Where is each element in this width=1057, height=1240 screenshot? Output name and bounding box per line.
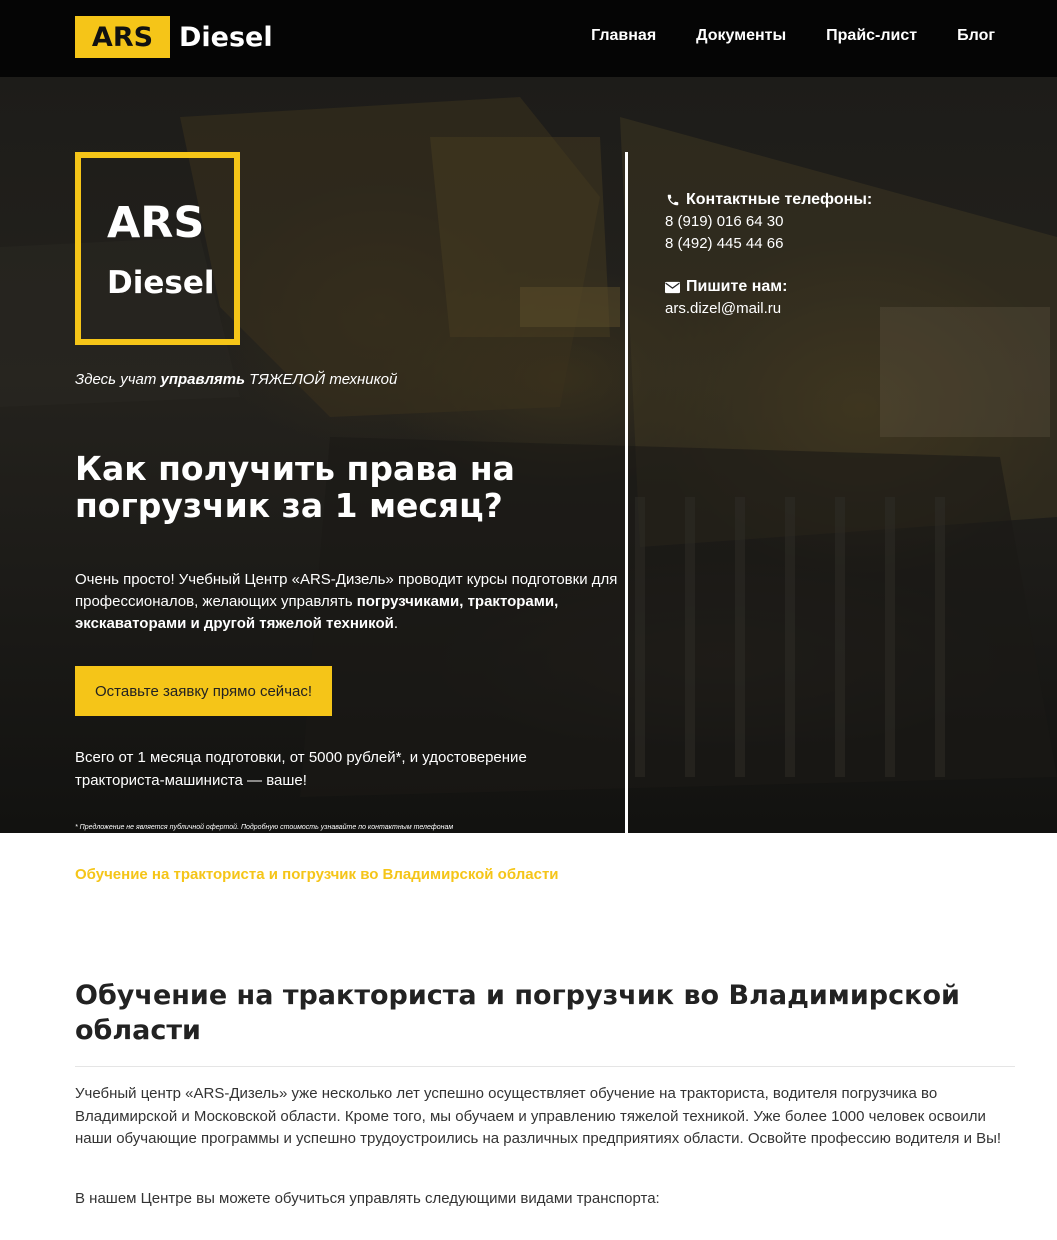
breadcrumb[interactable]: Обучение на тракториста и погрузчик во В… [75, 866, 559, 883]
email-heading-label: Пишите нам: [686, 278, 788, 295]
hero-logo-badge: ARS Diesel [75, 152, 240, 345]
phone-icon [665, 193, 680, 208]
hero-section: ARS Diesel Здесь учат управлять ТЯЖЕЛОЙ … [0, 77, 1057, 833]
contacts-block: Контактные телефоны: 8 (919) 016 64 30 8… [665, 189, 872, 320]
hero-description: Очень просто! Учебный Центр «ARS-Дизель»… [75, 569, 620, 635]
apply-now-button[interactable]: Оставьте заявку прямо сейчас! [75, 666, 332, 716]
nav-link-price-list[interactable]: Прайс-лист [826, 27, 917, 45]
phones-heading: Контактные телефоны: [665, 189, 872, 211]
main-nav: Главная Документы Прайс-лист Блог [591, 27, 995, 45]
tagline-emphasis: управлять [160, 371, 245, 388]
envelope-icon [665, 280, 680, 295]
tagline-text-end: ТЯЖЕЛОЙ техникой [244, 371, 398, 388]
logo-badge: ARS [75, 16, 170, 58]
description-text-end: . [393, 615, 399, 632]
badge-title: ARS [107, 198, 205, 248]
hero-footnote: * Предложение не является публичной офер… [75, 824, 454, 831]
nav-link-documents[interactable]: Документы [696, 27, 786, 45]
page-title: Обучение на тракториста и погрузчик во В… [75, 980, 960, 1046]
transport-intro-paragraph: В нашем Центре вы можете обучиться управ… [75, 1190, 660, 1207]
title-divider [75, 1066, 1015, 1067]
hero-title: Как получить права на погрузчик за 1 мес… [75, 449, 515, 525]
hero-tagline: Здесь учат управлять ТЯЖЕЛОЙ техникой [75, 371, 397, 388]
phone-number-1[interactable]: 8 (919) 016 64 30 [665, 211, 872, 233]
badge-subtitle: Diesel [107, 265, 215, 301]
hero-offer: Всего от 1 месяца подготовки, от 5000 ру… [75, 749, 527, 789]
site-header: ARS Diesel Главная Документы Прайс-лист … [0, 0, 1057, 77]
nav-link-blog[interactable]: Блог [957, 27, 995, 45]
hero-divider [625, 152, 628, 833]
phone-number-2[interactable]: 8 (492) 445 44 66 [665, 233, 872, 255]
nav-link-home[interactable]: Главная [591, 27, 656, 45]
site-logo[interactable]: ARS Diesel [75, 16, 273, 58]
phones-heading-label: Контактные телефоны: [686, 191, 873, 208]
email-heading: Пишите нам: [665, 276, 872, 298]
email-address[interactable]: ars.dizel@mail.ru [665, 298, 872, 320]
logo-text: Diesel [179, 21, 273, 53]
tagline-text-start: Здесь учат [75, 371, 161, 388]
intro-paragraph: Учебный центр «ARS-Дизель» уже несколько… [75, 1085, 1002, 1147]
